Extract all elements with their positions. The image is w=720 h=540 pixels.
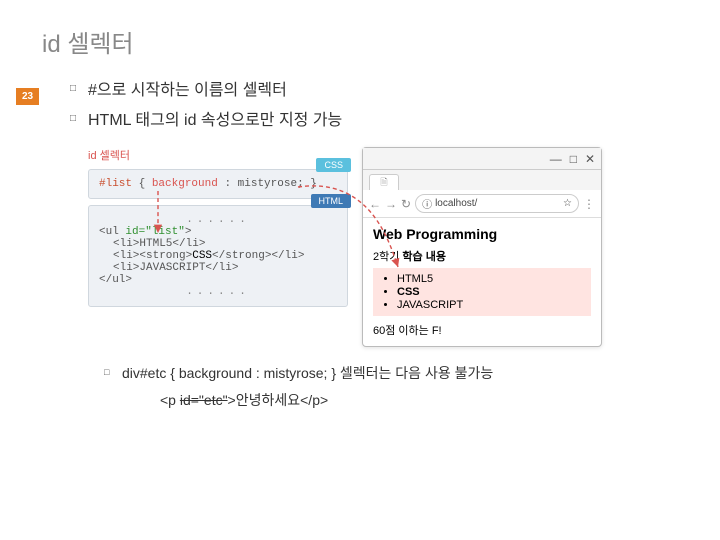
address-bar: ⓘ localhost/ ☆ xyxy=(415,194,579,213)
code-prefix: <p xyxy=(160,392,180,408)
bullet-2: HTML 태그의 id 속성으로만 지정 가능 xyxy=(70,109,670,133)
reload-icon: ↻ xyxy=(401,197,411,211)
info-icon: ⓘ xyxy=(422,196,432,211)
sub-bullet-list: div#etc { background : mistyrose; } 셀렉터는… xyxy=(104,363,670,384)
browser-content: Web Programming 2학기 학습 내용 HTML5 CSS JAVA… xyxy=(363,218,601,346)
semester-line: 2학기 학습 내용 xyxy=(373,248,591,264)
figure-row: id 셀렉터 CSS #list { background : mistyros… xyxy=(88,147,670,347)
css-code-box: CSS #list { background : mistyrose; } xyxy=(88,169,348,199)
ul-close-tag: </ul> xyxy=(99,274,337,286)
code-panel: id 셀렉터 CSS #list { background : mistyros… xyxy=(88,147,348,307)
html-code-box: HTML ...... <ul id="list"> <li>HTML5</li… xyxy=(88,205,348,307)
browser-window: — □ ✕ 🗎 ← → ↻ ⓘ localhost/ ☆ ⋮ Web Progr… xyxy=(362,147,602,347)
dots-top: ...... xyxy=(99,214,337,226)
example-p-code: <p id="etc">안녕하세요</p> xyxy=(160,390,670,410)
browser-tab: 🗎 xyxy=(369,174,399,190)
li-2a: <li><strong> xyxy=(113,250,192,262)
code-suffix: >안녕하세요</p> xyxy=(228,392,329,408)
browser-titlebar: — □ ✕ xyxy=(363,148,601,170)
back-icon: ← xyxy=(369,197,381,211)
semester-prefix: 2학기 xyxy=(373,251,402,263)
css-property: background xyxy=(152,178,218,190)
menu-icon: ⋮ xyxy=(583,197,595,211)
ul-id-attr: id="list" xyxy=(125,226,184,238)
browser-tab-row: 🗎 xyxy=(363,170,601,190)
sub-bullet-1: div#etc { background : mistyrose; } 셀렉터는… xyxy=(104,363,670,384)
css-value: mistyrose xyxy=(238,178,297,190)
minimize-icon: — xyxy=(550,152,562,166)
li-1: <li>HTML5</li> xyxy=(99,238,337,250)
footer-text: 60점 이하는 F! xyxy=(373,322,591,338)
css-tag-label: CSS xyxy=(316,158,351,172)
mistyrose-list-box: HTML5 CSS JAVASCRIPT xyxy=(373,268,591,316)
semester-bold: 학습 내용 xyxy=(402,251,446,263)
slide-title: id 셀렉터 xyxy=(0,0,720,59)
content-area: #으로 시작하는 이름의 셀렉터 HTML 태그의 id 속성으로만 지정 가능… xyxy=(0,59,720,410)
css-selector: #list xyxy=(99,178,132,190)
list-item: CSS xyxy=(397,286,585,298)
li-2b: CSS xyxy=(192,250,212,262)
main-bullet-list: #으로 시작하는 이름의 셀렉터 HTML 태그의 id 속성으로만 지정 가능 xyxy=(70,79,670,133)
address-row: ← → ↻ ⓘ localhost/ ☆ ⋮ xyxy=(363,190,601,218)
url-text: localhost/ xyxy=(435,198,477,209)
code-panel-caption: id 셀렉터 xyxy=(88,147,348,163)
tab-page-icon: 🗎 xyxy=(380,175,387,191)
html-tag-label: HTML xyxy=(311,194,352,208)
page-number-badge: 23 xyxy=(16,88,39,105)
star-icon: ☆ xyxy=(563,198,572,209)
li-3: <li>JAVASCRIPT</li> xyxy=(99,262,337,274)
list-item: JAVASCRIPT xyxy=(397,299,585,311)
ul-open-end: > xyxy=(185,226,192,238)
list-item: HTML5 xyxy=(397,273,585,285)
close-icon: ✕ xyxy=(585,152,595,166)
li-2c: </strong></li> xyxy=(212,250,304,262)
bullet-1: #으로 시작하는 이름의 셀렉터 xyxy=(70,79,670,103)
page-heading: Web Programming xyxy=(373,226,591,242)
dots-bottom: ...... xyxy=(99,286,337,298)
maximize-icon: □ xyxy=(570,152,577,166)
forward-icon: → xyxy=(385,197,397,211)
ul-open-tag: <ul xyxy=(99,226,125,238)
css-brace-open: { xyxy=(132,178,152,190)
code-strike: id="etc" xyxy=(180,392,228,408)
css-brace-close: ; } xyxy=(297,178,317,190)
css-colon: : xyxy=(218,178,238,190)
